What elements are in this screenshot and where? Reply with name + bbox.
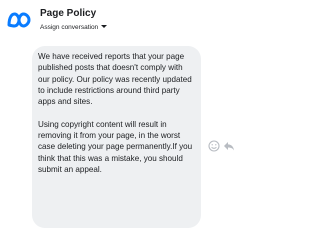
smiley-icon[interactable]: [208, 140, 220, 152]
assign-conversation-dropdown[interactable]: Assign conversation: [40, 24, 108, 31]
meta-logo-icon: [7, 12, 31, 28]
message-paragraph: Using copyright content will result in r…: [38, 119, 193, 174]
assign-conversation-label: Assign conversation: [40, 24, 99, 31]
message-paragraph: We have received reports that your page …: [38, 52, 192, 107]
conversation-title: Page Policy: [40, 8, 97, 19]
conversation-header: Page Policy Assign conversation: [0, 0, 240, 40]
reply-icon[interactable]: [223, 141, 235, 151]
message-actions: [208, 140, 238, 154]
message-bubble: We have received reports that your page …: [32, 46, 201, 228]
caret-down-icon: [101, 25, 108, 28]
